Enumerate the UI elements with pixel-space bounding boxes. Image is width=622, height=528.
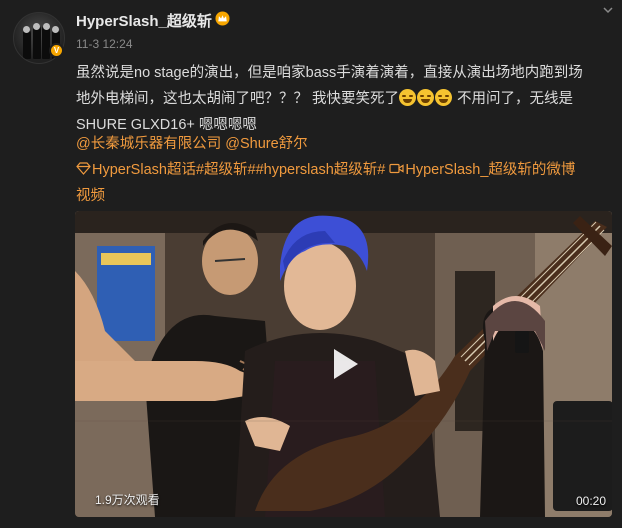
video-link-line: 视频 (76, 183, 611, 209)
hashtag-link[interactable]: #超级斩# (196, 162, 256, 178)
post-text-line: 虽然说是no stage的演出，但是咱家bass手演着演着，直接从演出场地内跑到… (76, 65, 583, 81)
post-timestamp[interactable]: 11-3 12:24 (76, 37, 133, 51)
avatar-head (52, 26, 59, 33)
avatar-head (43, 23, 50, 30)
avatar-head (33, 23, 40, 30)
video-player[interactable]: 1.9万次观看 00:20 (75, 211, 612, 517)
play-icon[interactable] (320, 341, 366, 387)
video-link[interactable]: HyperSlash_超级斩的微博 (405, 162, 575, 178)
crown-icon (215, 11, 230, 26)
post-text-segment: 地外电梯间，这也太胡闹了吧？？？ 我快要笑死了 (76, 91, 400, 107)
chevron-down-icon[interactable] (602, 4, 614, 16)
avatar-figure (33, 25, 41, 59)
username[interactable]: HyperSlash_超级斩 (76, 10, 212, 31)
supertopic-link[interactable]: HyperSlash超话 (92, 162, 196, 178)
laughing-emoji-icon (435, 89, 453, 106)
video-view-count: 1.9万次观看 (95, 493, 160, 507)
laughing-emoji-icon (417, 89, 435, 106)
video-camera-icon (389, 163, 404, 174)
laughing-emoji-icon (399, 89, 417, 106)
v-badge-icon: V (49, 43, 64, 58)
topics-line: HyperSlash超话#超级斩##hyperslash超级斩# HyperSl… (76, 157, 611, 183)
post-text-segment: 不用问了，无线是 (453, 91, 574, 107)
post-text-line: 地外电梯间，这也太胡闹了吧？？？ 我快要笑死了 不用问了，无线是 (76, 86, 611, 112)
mention-link[interactable]: @Shure舒尔 (225, 136, 307, 152)
avatar-figure (42, 25, 50, 59)
mentions-line: @长秦城乐器有限公司 @Shure舒尔 (76, 131, 611, 157)
video-duration: 00:20 (575, 494, 606, 508)
post-body: 虽然说是no stage的演出，但是咱家bass手演着演着，直接从演出场地内跑到… (76, 60, 611, 138)
avatar-head (23, 26, 30, 33)
hashtag-link[interactable]: #hyperslash超级斩# (256, 162, 386, 178)
mention-link[interactable]: @长秦城乐器有限公司 (76, 136, 221, 152)
post-links: @长秦城乐器有限公司 @Shure舒尔 HyperSlash超话#超级斩##hy… (76, 131, 611, 209)
video-link[interactable]: 视频 (76, 188, 105, 204)
diamond-icon (76, 162, 91, 175)
avatar-figure (23, 29, 31, 59)
